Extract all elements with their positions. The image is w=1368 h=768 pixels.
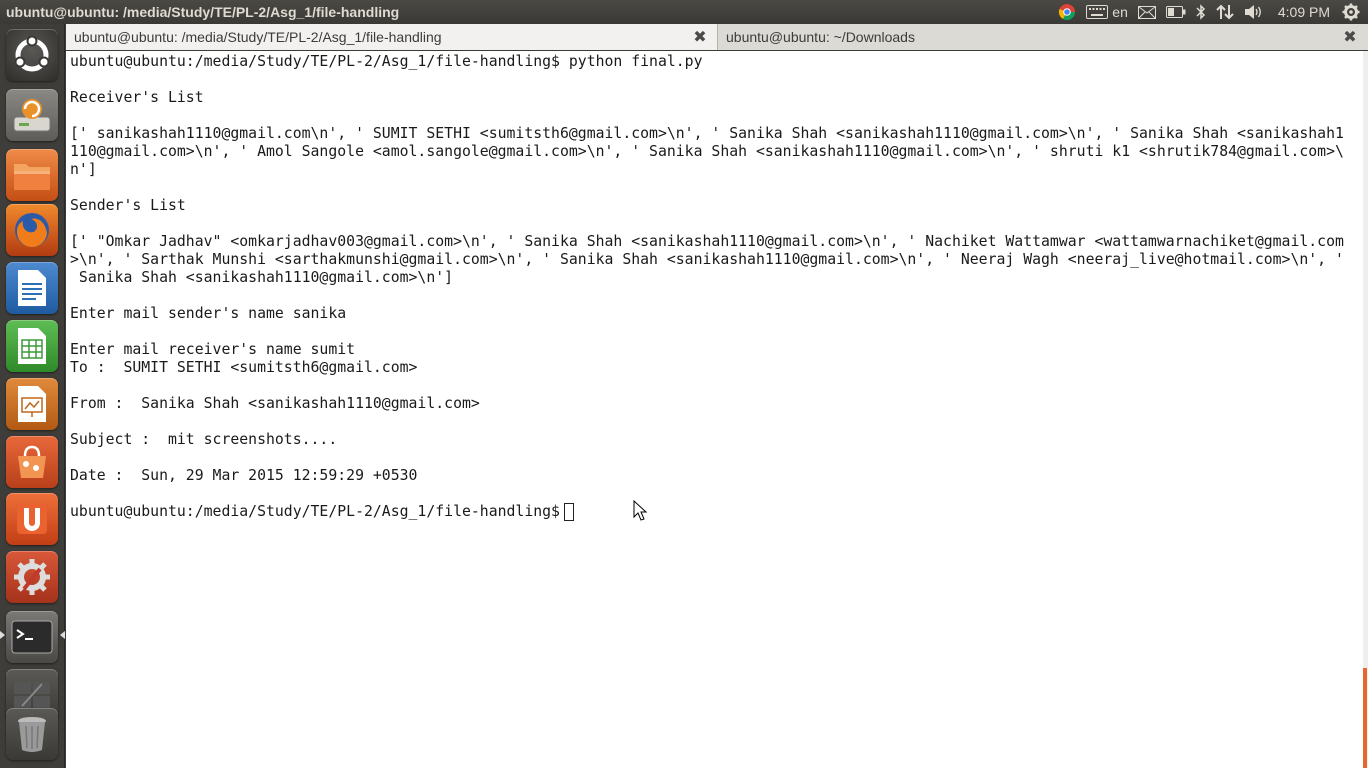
terminal-line: To : SUMIT SETHI <sumitsth6@gmail.com> bbox=[70, 359, 418, 376]
terminal-line: Subject : mit screenshots.... bbox=[70, 431, 338, 448]
launcher bbox=[0, 24, 65, 768]
libreoffice-impress-icon[interactable] bbox=[6, 378, 58, 430]
ubuntu-one-backup-icon[interactable] bbox=[6, 89, 58, 141]
indicator-area: en 4:09 PM bbox=[1048, 0, 1360, 24]
tab-label: ubuntu@ubuntu: ~/Downloads bbox=[726, 29, 915, 45]
close-tab-icon[interactable]: ✖ bbox=[1342, 29, 1358, 46]
keyboard-layout-label: en bbox=[1112, 4, 1128, 20]
terminal-line: Sanika Shah <sanikashah1110@gmail.com>\n… bbox=[70, 269, 454, 286]
terminal-scrollbar[interactable] bbox=[1363, 51, 1368, 768]
libreoffice-writer-icon[interactable] bbox=[6, 262, 58, 314]
scrollbar-thumb[interactable] bbox=[1363, 668, 1367, 768]
chrome-icon[interactable] bbox=[1058, 0, 1076, 24]
terminal-cursor bbox=[563, 503, 574, 521]
active-window-title: ubuntu@ubuntu: /media/Study/TE/PL-2/Asg_… bbox=[6, 4, 400, 20]
mail-icon[interactable] bbox=[1137, 0, 1156, 24]
terminal-line: Sender's List bbox=[70, 197, 186, 214]
mouse-pointer-icon bbox=[633, 499, 649, 527]
close-tab-icon[interactable]: ✖ bbox=[692, 29, 708, 46]
terminal-line: Receiver's List bbox=[70, 89, 204, 106]
files-icon[interactable] bbox=[6, 149, 58, 201]
firefox-icon[interactable] bbox=[6, 204, 58, 256]
libreoffice-calc-icon[interactable] bbox=[6, 320, 58, 372]
network-icon[interactable] bbox=[1216, 0, 1234, 24]
terminal-line: >\n', ' Sarthak Munshi <sarthakmunshi@gm… bbox=[70, 251, 1344, 268]
terminal-line: n'] bbox=[70, 161, 97, 178]
clock[interactable]: 4:09 PM bbox=[1278, 0, 1330, 24]
terminal-tab-bar: ubuntu@ubuntu: /media/Study/TE/PL-2/Asg_… bbox=[66, 24, 1368, 50]
terminal-icon[interactable] bbox=[6, 611, 58, 663]
terminal-line: [' sanikashah1110@gmail.com\n', ' SUMIT … bbox=[70, 125, 1344, 142]
volume-icon[interactable] bbox=[1244, 0, 1264, 24]
terminal-line: ubuntu@ubuntu:/media/Study/TE/PL-2/Asg_1… bbox=[70, 53, 703, 70]
software-center-icon[interactable] bbox=[6, 436, 58, 488]
battery-icon[interactable] bbox=[1165, 0, 1186, 24]
dash-home-icon[interactable] bbox=[6, 29, 58, 81]
terminal-line: 110@gmail.com>\n', ' Amol Sangole <amol.… bbox=[70, 143, 1344, 160]
terminal-text: ubuntu@ubuntu:/media/Study/TE/PL-2/Asg_1… bbox=[70, 53, 1344, 521]
bluetooth-icon[interactable] bbox=[1196, 0, 1206, 24]
keyboard-icon[interactable]: en bbox=[1086, 0, 1128, 24]
terminal-line: Enter mail receiver's name sumit bbox=[70, 341, 356, 358]
terminal-line: [' "Omkar Jadhav" <omkarjadhav003@gmail.… bbox=[70, 233, 1344, 250]
session-gear-icon[interactable] bbox=[1342, 0, 1360, 24]
terminal-line: From : Sanika Shah <sanikashah1110@gmail… bbox=[70, 395, 480, 412]
ubuntu-one-icon[interactable] bbox=[6, 493, 58, 545]
terminal-output[interactable]: ubuntu@ubuntu:/media/Study/TE/PL-2/Asg_1… bbox=[66, 51, 1363, 768]
trash-icon[interactable] bbox=[6, 708, 58, 760]
top-panel: ubuntu@ubuntu: /media/Study/TE/PL-2/Asg_… bbox=[0, 0, 1368, 24]
system-settings-icon[interactable] bbox=[6, 551, 58, 603]
terminal-line: ubuntu@ubuntu:/media/Study/TE/PL-2/Asg_1… bbox=[70, 503, 1344, 521]
tab-label: ubuntu@ubuntu: /media/Study/TE/PL-2/Asg_… bbox=[74, 29, 442, 45]
terminal-line: Enter mail sender's name sanika bbox=[70, 305, 347, 322]
terminal-line: Date : Sun, 29 Mar 2015 12:59:29 +0530 bbox=[70, 467, 418, 484]
tab-downloads[interactable]: ubuntu@ubuntu: ~/Downloads ✖ bbox=[718, 24, 1368, 50]
tab-file-handling[interactable]: ubuntu@ubuntu: /media/Study/TE/PL-2/Asg_… bbox=[66, 24, 718, 50]
